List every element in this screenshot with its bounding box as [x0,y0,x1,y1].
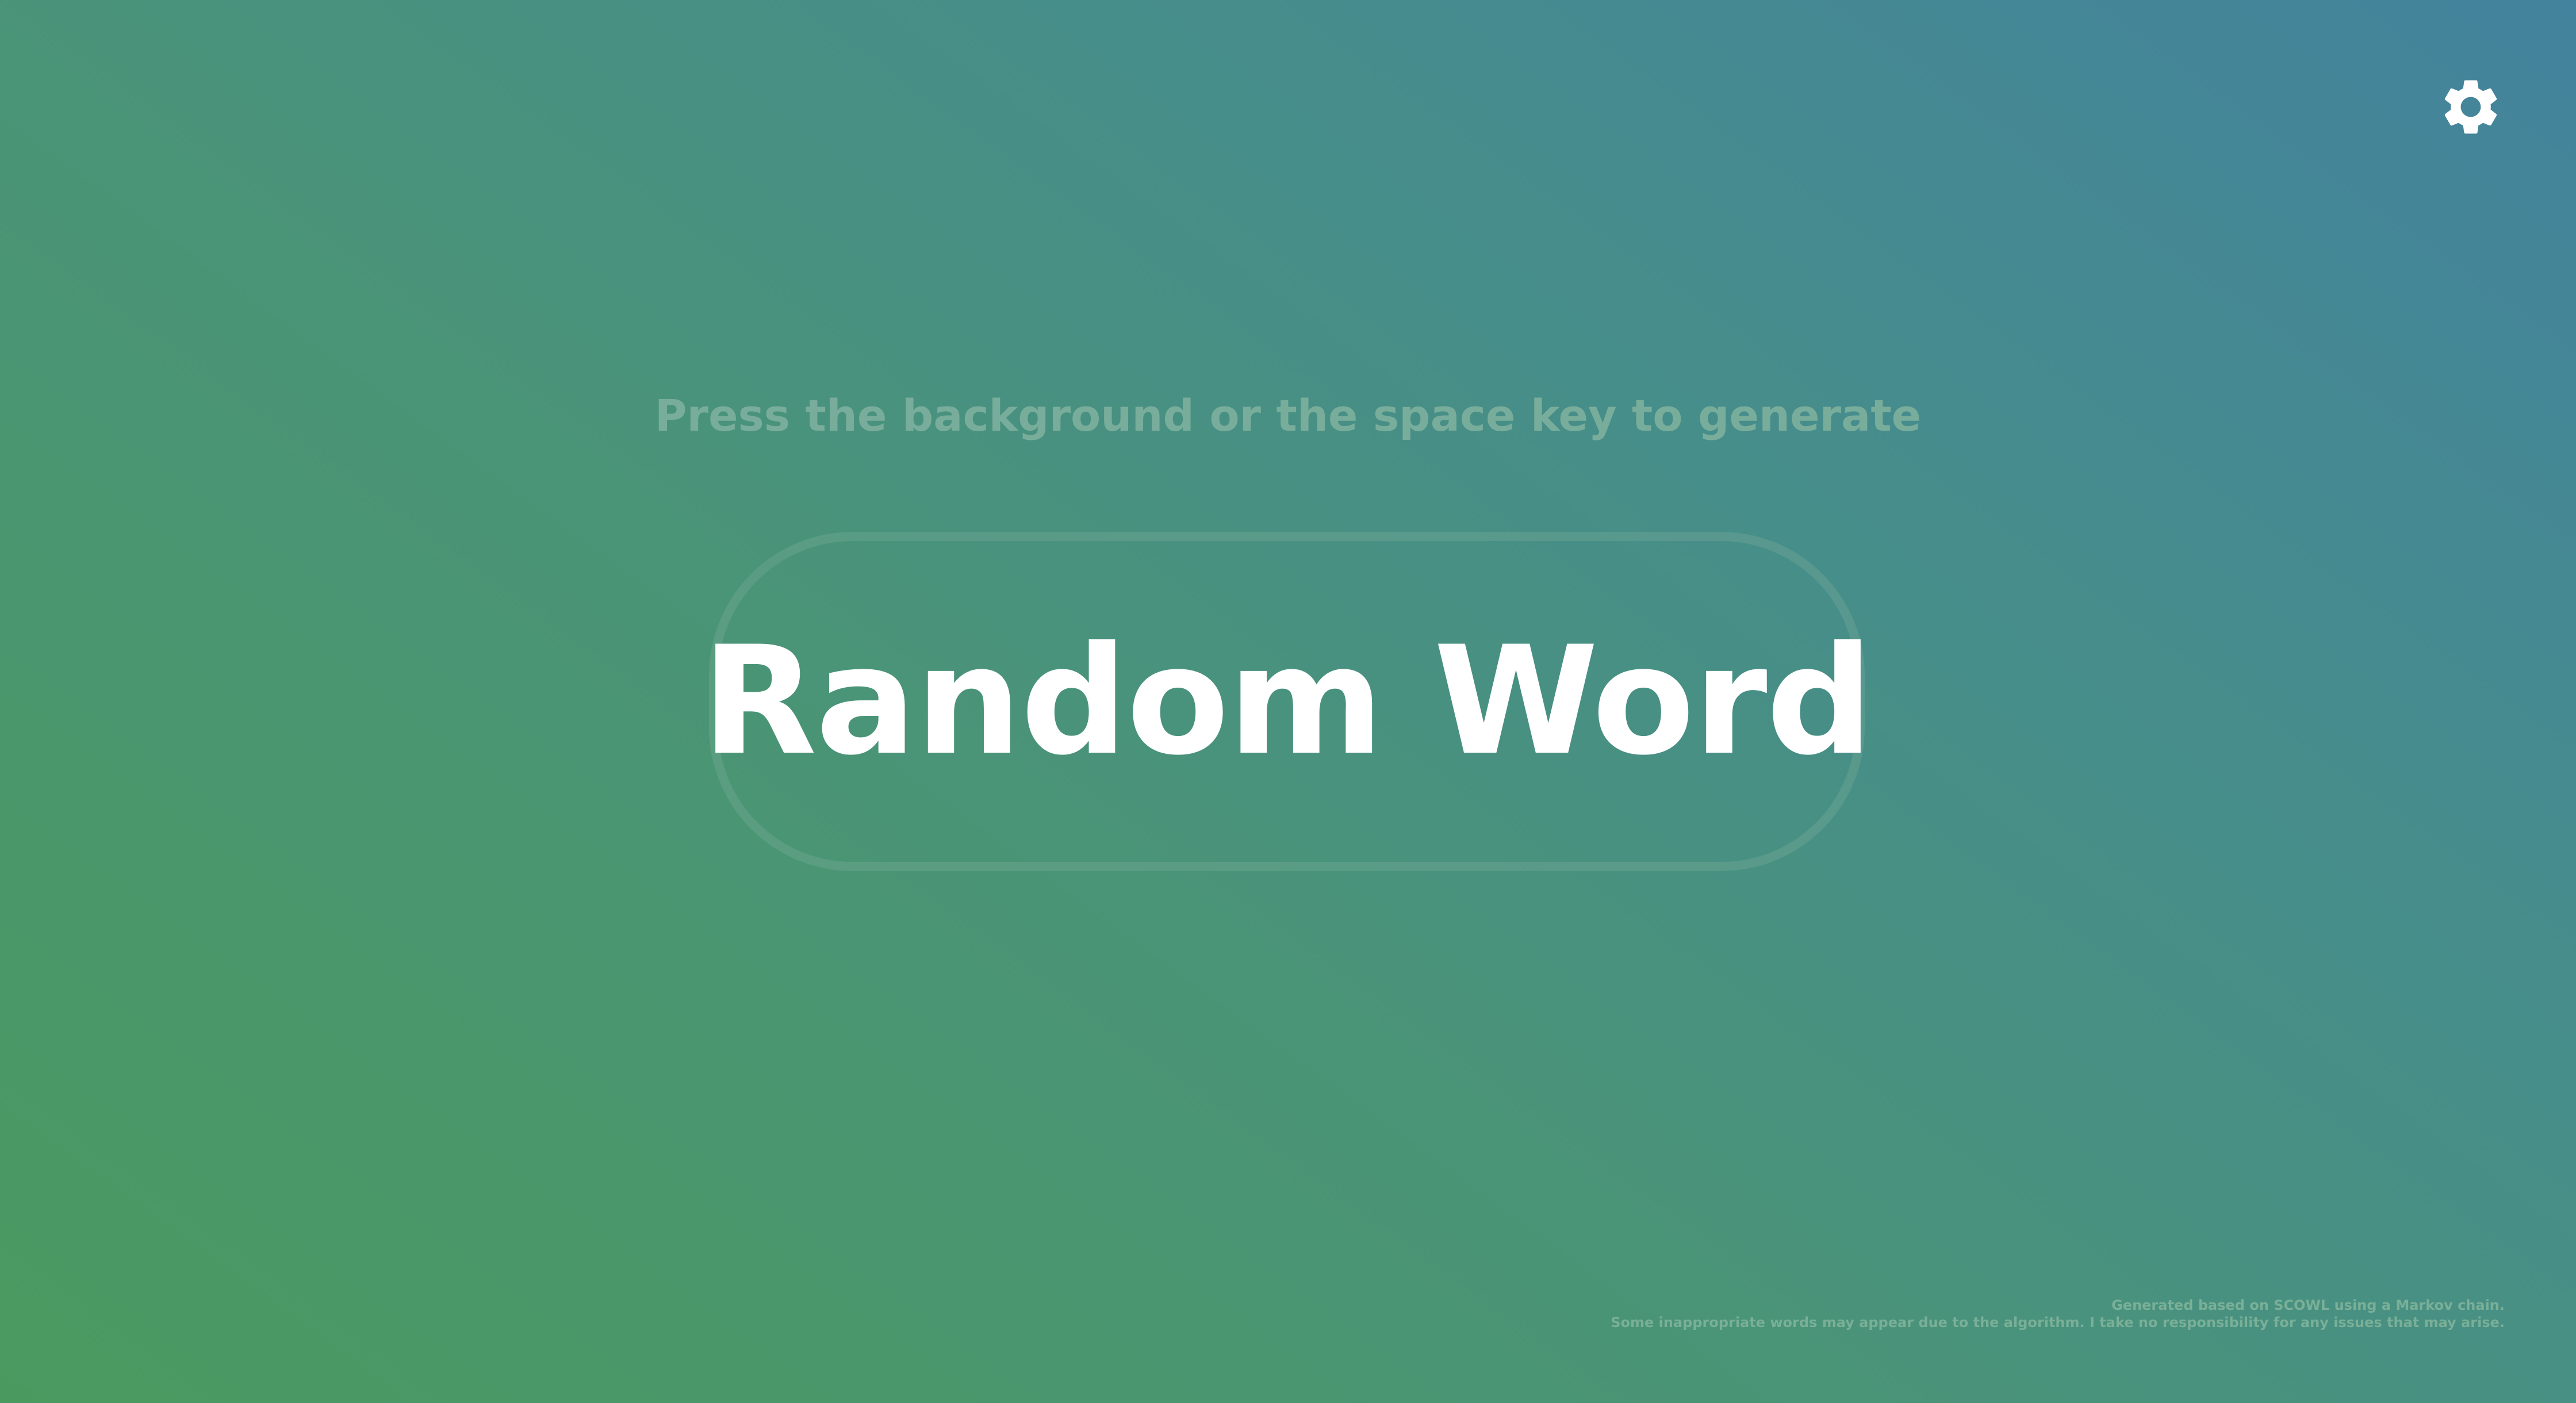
footer-line-2: Some inappropriate words may appear due … [1611,1314,2505,1331]
random-word-display[interactable]: Random Word [702,532,1873,871]
settings-button[interactable] [2437,74,2504,140]
random-word: Random Word [702,615,1873,788]
footer-disclaimer: Generated based on SCOWL using a Markov … [1611,1297,2505,1331]
generate-hint: Press the background or the space key to… [654,390,1922,441]
footer-line-1: Generated based on SCOWL using a Markov … [2111,1297,2505,1313]
gear-icon [2444,80,2497,134]
